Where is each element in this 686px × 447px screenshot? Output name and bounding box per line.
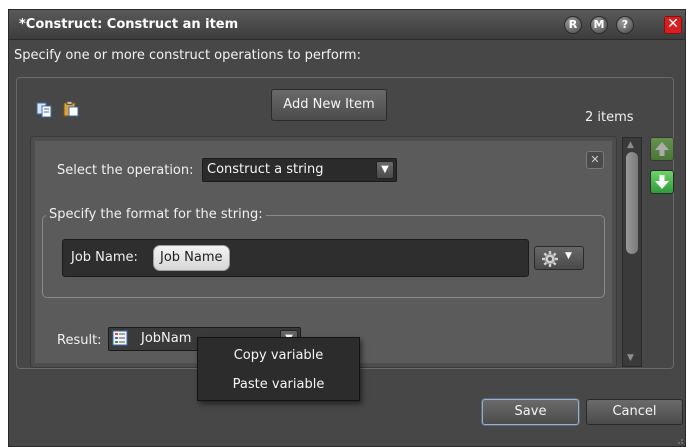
insert-variable-button[interactable]: ▼ — [534, 246, 584, 270]
scrollbar-thumb[interactable] — [626, 152, 638, 254]
operation-select-value: Construct a string — [207, 162, 324, 177]
dialog-title: *Construct: Construct an item — [19, 17, 239, 32]
remove-item-button[interactable]: ✕ — [586, 151, 604, 169]
job-name-token[interactable]: Job Name — [153, 245, 230, 271]
variable-list-icon — [112, 330, 128, 346]
resize-grip-icon[interactable] — [675, 436, 683, 444]
arrow-down-icon — [655, 175, 669, 189]
close-button[interactable]: ✕ — [664, 16, 682, 34]
format-prefix-text: Job Name: — [71, 250, 138, 265]
r-button[interactable]: R — [564, 16, 582, 34]
cancel-button[interactable]: Cancel — [586, 399, 683, 425]
menu-item-paste-variable[interactable]: Paste variable — [198, 371, 359, 399]
m-button[interactable]: M — [590, 16, 608, 34]
format-legend: Specify the format for the string: — [46, 207, 266, 222]
menu-item-copy-variable[interactable]: Copy variable — [198, 342, 359, 370]
result-variable-value: JobNam — [141, 331, 192, 346]
move-up-button[interactable] — [650, 137, 674, 161]
arrow-up-icon — [655, 142, 669, 156]
paste-icon[interactable] — [63, 101, 79, 117]
variable-context-menu: Copy variable Paste variable — [197, 337, 360, 401]
add-new-item-button[interactable]: Add New Item — [271, 89, 387, 121]
chevron-down-icon: ▼ — [376, 161, 394, 179]
gear-icon — [542, 251, 558, 267]
operation-label: Select the operation: — [57, 163, 194, 178]
save-button[interactable]: Save — [482, 399, 579, 425]
help-button[interactable]: ? — [616, 16, 634, 34]
instruction-text: Specify one or more construct operations… — [14, 48, 361, 63]
scroll-up-arrow-icon[interactable]: ▲ — [627, 140, 634, 150]
items-count-label: 2 items — [585, 110, 634, 125]
scroll-down-arrow-icon[interactable]: ▼ — [627, 353, 634, 363]
copy-icon[interactable] — [36, 102, 52, 118]
move-down-button[interactable] — [650, 170, 674, 194]
result-label: Result: — [57, 333, 102, 348]
title-bar[interactable]: *Construct: Construct an item R M ? ✕ — [9, 10, 685, 40]
chevron-down-icon: ▼ — [565, 251, 572, 261]
operation-select[interactable]: Construct a string ▼ — [202, 158, 397, 182]
